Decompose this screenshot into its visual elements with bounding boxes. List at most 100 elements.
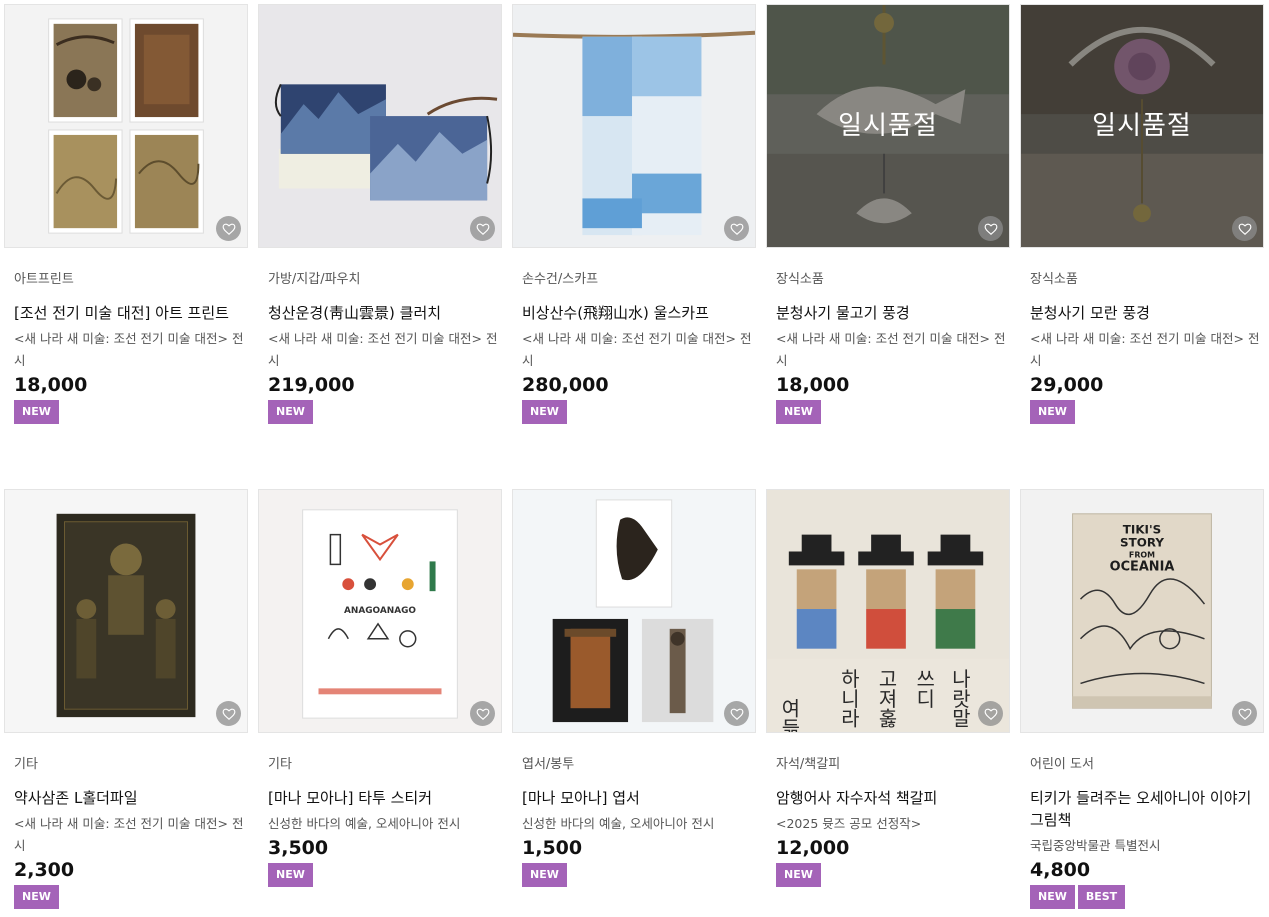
product-category: 아트프린트	[14, 272, 74, 287]
product-price: 18,000	[776, 374, 850, 396]
product-name[interactable]: 분청사기 모란 풍경	[1030, 302, 1254, 324]
product-image[interactable]	[512, 489, 756, 733]
new-badge: NEW	[268, 863, 313, 887]
product-card[interactable]: 기타 약사삼존 L홀더파일 <새 나라 새 미술: 조선 전기 미술 대전> 전…	[4, 489, 248, 909]
product-image[interactable]: 일시품절	[1020, 4, 1264, 248]
new-badge: NEW	[522, 400, 567, 424]
new-badge: NEW	[14, 400, 59, 424]
wishlist-button[interactable]	[978, 216, 1003, 241]
product-name[interactable]: 청산운경(靑山雲景) 클러치	[268, 302, 492, 324]
product-price: 219,000	[268, 374, 355, 396]
product-image[interactable]	[258, 4, 502, 248]
product-name[interactable]: 티키가 들려주는 오세아니아 이야기 그림책	[1030, 787, 1260, 831]
heart-icon	[730, 708, 743, 720]
product-card[interactable]: ANAGOANAGO 기타 [마나 모아나] 타투 스티커 신성한 바다의 예술…	[258, 489, 502, 887]
product-description: 신성한 바다의 예술, 오세아니아 전시	[522, 816, 715, 831]
heart-icon	[1238, 708, 1251, 720]
bookmark-image: 여듦字 하니라 고져홇 쓰디 나랏말	[767, 490, 1009, 732]
wishlist-button[interactable]	[978, 701, 1003, 726]
sold-out-overlay: 일시품절	[1021, 5, 1263, 247]
badge-group: NEW	[268, 400, 492, 424]
product-category: 손수건/스카프	[522, 272, 599, 287]
wishlist-button[interactable]	[724, 701, 749, 726]
product-price: 3,500	[268, 837, 329, 859]
best-badge: BEST	[1077, 885, 1126, 909]
tattoo-sticker-image: ANAGOANAGO	[259, 490, 501, 732]
product-description: <새 나라 새 미술: 조선 전기 미술 대전> 전시	[14, 331, 244, 368]
product-card[interactable]: 일시품절 장식소품 분청사기 모란 풍경 <새 나라 새 미술: 조선 전기 미…	[1020, 4, 1264, 424]
product-price: 29,000	[1030, 374, 1104, 396]
new-badge: NEW	[1030, 885, 1075, 909]
product-category: 장식소품	[776, 272, 824, 287]
product-category: 엽서/봉투	[522, 757, 575, 772]
product-name[interactable]: [조선 전기 미술 대전] 아트 프린트	[14, 302, 238, 324]
product-card[interactable]: 엽서/봉투 [마나 모아나] 엽서 신성한 바다의 예술, 오세아니아 전시 1…	[512, 489, 756, 887]
product-card[interactable]: 여듦字 하니라 고져홇 쓰디 나랏말 자석/책갈피 암행어사 자수자석 책갈피 …	[766, 489, 1010, 887]
product-image[interactable]: 일시품절	[766, 4, 1010, 248]
book-title-line-1: TIKI'S	[1123, 523, 1161, 537]
new-badge: NEW	[776, 863, 821, 887]
product-card[interactable]: 가방/지갑/파우치 청산운경(靑山雲景) 클러치 <새 나라 새 미술: 조선 …	[258, 4, 502, 424]
badge-group: NEW	[14, 885, 238, 909]
wishlist-button[interactable]	[1232, 701, 1257, 726]
book-title-line-2: STORY	[1120, 536, 1164, 550]
sold-out-label: 일시품절	[1092, 111, 1192, 141]
product-name[interactable]: 암행어사 자수자석 책갈피	[776, 787, 1000, 809]
product-image[interactable]: TIKI'S STORY FROM OCEANIA	[1020, 489, 1264, 733]
art-print-image	[5, 5, 247, 247]
product-description: <2025 뮷즈 공모 선정작>	[776, 816, 922, 831]
scarf-image	[513, 5, 755, 247]
heart-icon	[984, 223, 997, 235]
product-image[interactable]	[4, 4, 248, 248]
sold-out-label: 일시품절	[838, 111, 938, 141]
bookmark-text-4: 쓰디	[912, 669, 935, 709]
wishlist-button[interactable]	[724, 216, 749, 241]
heart-icon	[222, 223, 235, 235]
product-category: 기타	[268, 757, 292, 772]
product-category: 장식소품	[1030, 272, 1078, 287]
new-badge: NEW	[1030, 400, 1075, 424]
product-image[interactable]	[512, 4, 756, 248]
wishlist-button[interactable]	[1232, 216, 1257, 241]
wishlist-button[interactable]	[216, 701, 241, 726]
badge-group: NEW BEST	[1030, 885, 1254, 909]
product-grid: 아트프린트 [조선 전기 미술 대전] 아트 프린트 <새 나라 새 미술: 조…	[0, 0, 1269, 917]
wishlist-button[interactable]	[470, 216, 495, 241]
badge-group: NEW	[776, 863, 1000, 887]
product-name[interactable]: 분청사기 물고기 풍경	[776, 302, 1000, 324]
new-badge: NEW	[268, 400, 313, 424]
badge-group: NEW	[776, 400, 1000, 424]
bookmark-text-1: 여듦字	[777, 698, 800, 732]
product-description: <새 나라 새 미술: 조선 전기 미술 대전> 전시	[776, 331, 1006, 368]
heart-icon	[476, 223, 489, 235]
product-name[interactable]: [마나 모아나] 엽서	[522, 787, 746, 809]
product-description: <새 나라 새 미술: 조선 전기 미술 대전> 전시	[14, 816, 244, 853]
product-name[interactable]: 비상산수(飛翔山水) 울스카프	[522, 302, 746, 324]
product-description: <새 나라 새 미술: 조선 전기 미술 대전> 전시	[522, 331, 752, 368]
product-card[interactable]: TIKI'S STORY FROM OCEANIA 어린이 도서 티키가 들려주…	[1020, 489, 1264, 909]
product-name[interactable]: [마나 모아나] 타투 스티커	[268, 787, 492, 809]
product-category: 기타	[14, 757, 38, 772]
wishlist-button[interactable]	[470, 701, 495, 726]
heart-icon	[222, 708, 235, 720]
product-image[interactable]: ANAGOANAGO	[258, 489, 502, 733]
product-name[interactable]: 약사삼존 L홀더파일	[14, 787, 238, 809]
product-card[interactable]: 일시품절 장식소품 분청사기 물고기 풍경 <새 나라 새 미술: 조선 전기 …	[766, 4, 1010, 424]
new-badge: NEW	[776, 400, 821, 424]
bookmark-text-5: 나랏말	[948, 669, 971, 729]
product-price: 1,500	[522, 837, 583, 859]
badge-group: NEW	[14, 400, 238, 424]
picture-book-image: TIKI'S STORY FROM OCEANIA	[1021, 490, 1263, 732]
wishlist-button[interactable]	[216, 216, 241, 241]
book-title-line-3: FROM	[1129, 550, 1155, 559]
bookmark-text-2: 하니라	[837, 669, 860, 729]
product-card[interactable]: 아트프린트 [조선 전기 미술 대전] 아트 프린트 <새 나라 새 미술: 조…	[4, 4, 248, 424]
product-image[interactable]	[4, 489, 248, 733]
product-card[interactable]: 손수건/스카프 비상산수(飛翔山水) 울스카프 <새 나라 새 미술: 조선 전…	[512, 4, 756, 424]
bookmark-text-3: 고져홇	[875, 669, 898, 729]
product-description: <새 나라 새 미술: 조선 전기 미술 대전> 전시	[1030, 331, 1260, 368]
product-image[interactable]: 여듦字 하니라 고져홇 쓰디 나랏말	[766, 489, 1010, 733]
badge-group: NEW	[522, 400, 746, 424]
sticker-sheet-title: ANAGOANAGO	[344, 606, 416, 616]
product-price: 4,800	[1030, 859, 1091, 881]
